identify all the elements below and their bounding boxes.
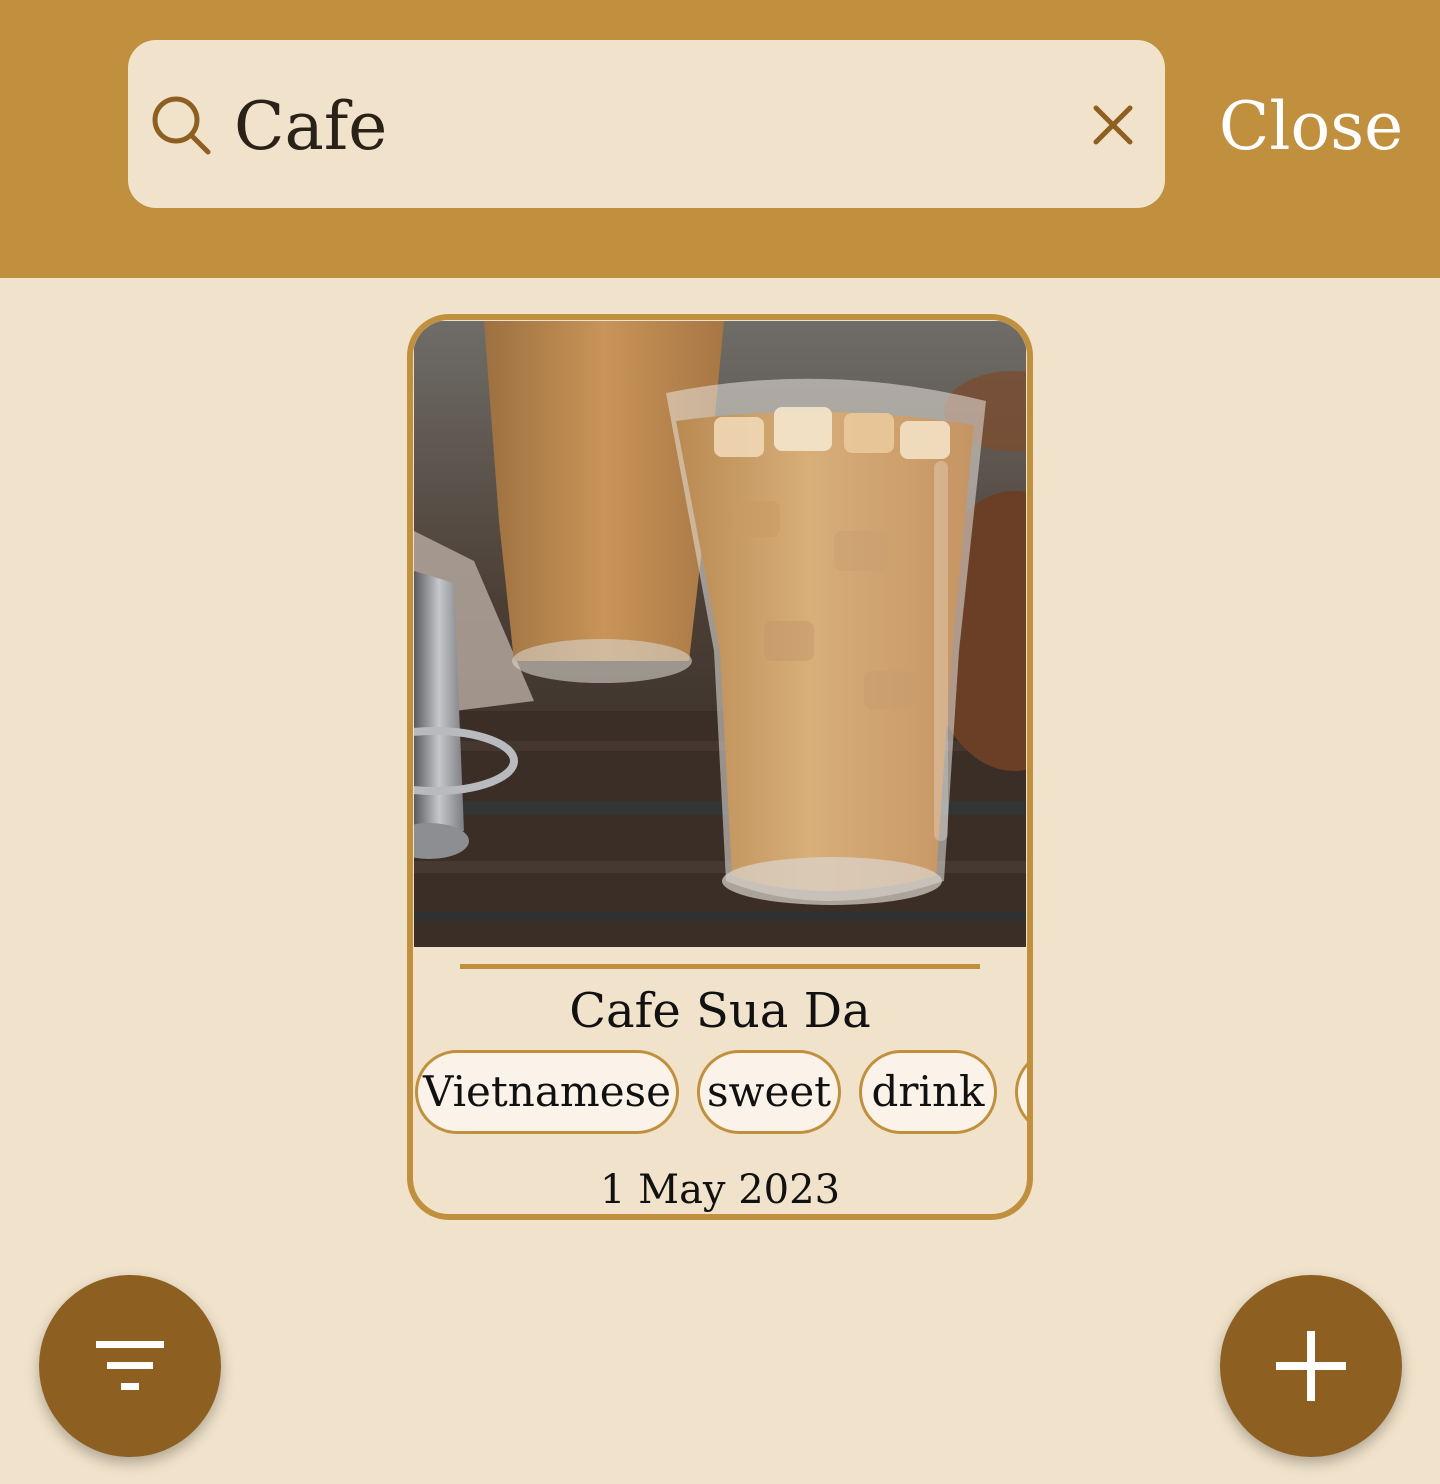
close-button[interactable]: Close bbox=[1208, 82, 1414, 172]
tag-chip[interactable]: Vietnamese bbox=[415, 1050, 679, 1134]
filter-icon bbox=[96, 1341, 164, 1390]
close-icon[interactable] bbox=[1086, 98, 1140, 152]
recipe-date: 1 May 2023 bbox=[599, 1167, 841, 1213]
search-icon bbox=[152, 96, 211, 155]
recipe-title: Cafe Sua Da bbox=[569, 983, 871, 1039]
tag-chip[interactable]: sweet bbox=[697, 1050, 841, 1134]
title-divider bbox=[460, 964, 980, 969]
recipe-photo bbox=[414, 321, 1026, 947]
tag-chip[interactable] bbox=[1015, 1050, 1027, 1134]
search-query-text[interactable]: Cafe bbox=[234, 82, 387, 172]
plus-icon bbox=[1276, 1331, 1346, 1401]
recipe-card[interactable]: Cafe Sua Da Vietnamese sweet drink 1 May… bbox=[407, 314, 1033, 1220]
tag-chip[interactable]: drink bbox=[859, 1050, 997, 1134]
tag-list[interactable]: Vietnamese sweet drink bbox=[415, 1050, 1027, 1136]
add-recipe-button[interactable] bbox=[1220, 1275, 1402, 1457]
filter-button[interactable] bbox=[39, 1275, 221, 1457]
